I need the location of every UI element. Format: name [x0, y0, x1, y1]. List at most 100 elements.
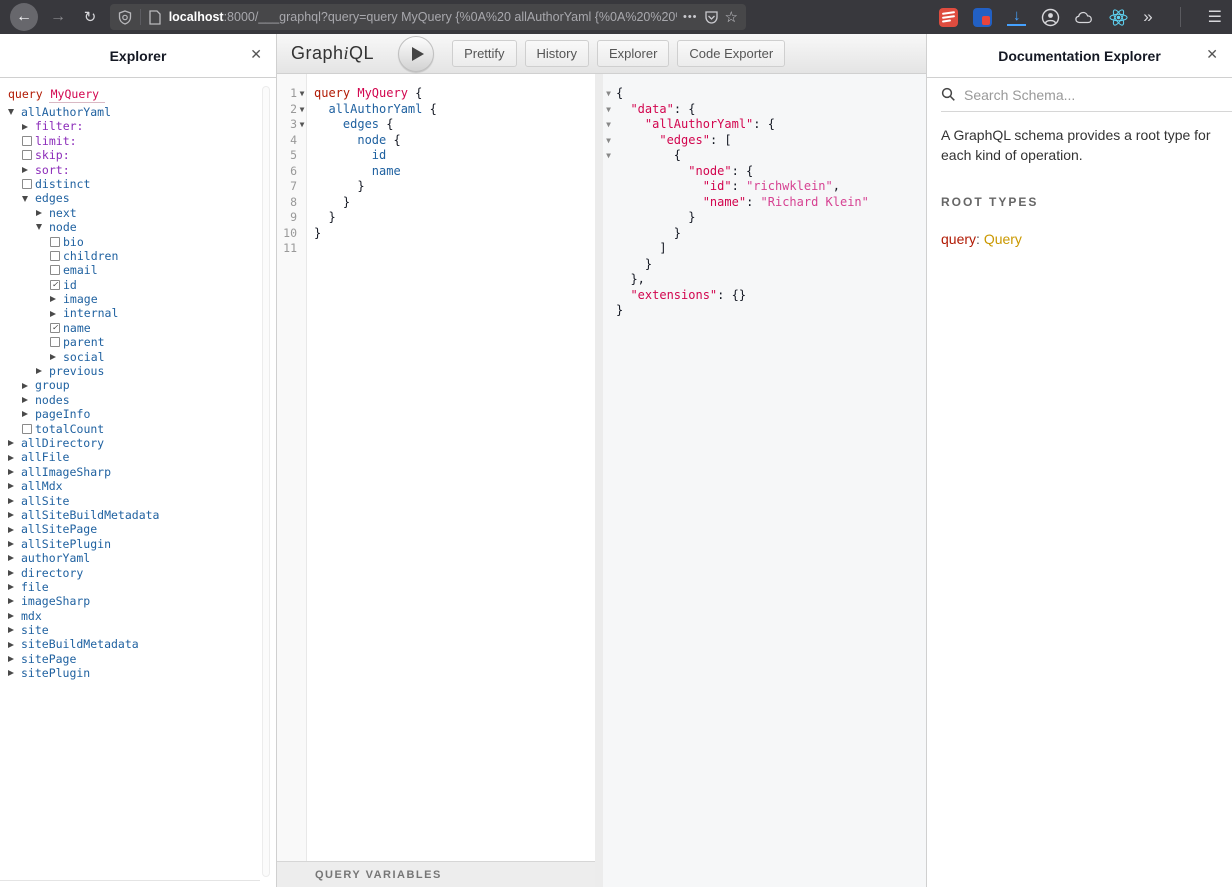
- editor-line[interactable]: 2▼ allAuthorYaml {: [277, 102, 595, 118]
- react-devtools-icon[interactable]: [1109, 8, 1128, 27]
- editor-line[interactable]: 3▼ edges {: [277, 117, 595, 133]
- explorer-tree-item[interactable]: sort:: [8, 163, 256, 177]
- expand-arrow-icon[interactable]: [22, 397, 35, 403]
- expand-arrow-icon[interactable]: [8, 440, 21, 446]
- expand-arrow-icon[interactable]: [50, 296, 63, 302]
- explorer-tree-item[interactable]: site: [8, 623, 256, 637]
- explorer-tree-item[interactable]: allSiteBuildMetadata: [8, 508, 256, 522]
- expand-arrow-icon[interactable]: [8, 469, 21, 475]
- expand-arrow-icon[interactable]: [8, 642, 21, 648]
- explorer-tree-item[interactable]: allMdx: [8, 479, 256, 493]
- toolbar-button-prettify[interactable]: Prettify: [452, 40, 516, 67]
- page-actions-icon[interactable]: •••: [683, 11, 698, 23]
- fold-arrow-icon[interactable]: ▼: [603, 86, 614, 102]
- explorer-tree-item[interactable]: ✓name: [8, 321, 256, 335]
- explorer-tree-item[interactable]: email: [8, 263, 256, 277]
- collapse-arrow-icon[interactable]: [36, 224, 49, 230]
- toolbar-button-history[interactable]: History: [525, 40, 589, 67]
- fold-arrow-icon[interactable]: ▼: [297, 117, 307, 133]
- explorer-tree-item[interactable]: limit:: [8, 134, 256, 148]
- account-icon[interactable]: [1041, 8, 1060, 27]
- fold-arrow-icon[interactable]: ▼: [603, 102, 614, 118]
- root-query-keyword-link[interactable]: query: [941, 231, 976, 247]
- editor-line[interactable]: 4 node {: [277, 133, 595, 149]
- editor-line[interactable]: 10}: [277, 226, 595, 242]
- explorer-scrollbar[interactable]: [262, 86, 270, 877]
- expand-arrow-icon[interactable]: [22, 167, 35, 173]
- forward-button[interactable]: →: [44, 3, 72, 31]
- explorer-tree-item[interactable]: pageInfo: [8, 407, 256, 421]
- execute-button[interactable]: [398, 36, 434, 72]
- expand-arrow-icon[interactable]: [8, 498, 21, 504]
- expand-arrow-icon[interactable]: [36, 210, 49, 216]
- expand-arrow-icon[interactable]: [8, 512, 21, 518]
- editor-line[interactable]: 5 id: [277, 148, 595, 164]
- expand-arrow-icon[interactable]: [36, 368, 49, 374]
- explorer-tree-item[interactable]: sitePage: [8, 652, 256, 666]
- fold-arrow-icon[interactable]: ▼: [603, 117, 614, 133]
- bookmark-star-icon[interactable]: ☆: [725, 8, 738, 26]
- collapse-arrow-icon[interactable]: [22, 196, 35, 202]
- schema-search-box[interactable]: Search Schema...: [941, 78, 1232, 112]
- unchecked-checkbox[interactable]: [50, 237, 63, 247]
- fold-arrow-icon[interactable]: ▼: [297, 102, 307, 118]
- explorer-tree-item[interactable]: imageSharp: [8, 594, 256, 608]
- explorer-tree-item[interactable]: allDirectory: [8, 436, 256, 450]
- todoist-extension-icon[interactable]: [939, 8, 958, 27]
- extensions-overflow-icon[interactable]: »: [1143, 7, 1152, 27]
- toolbar-button-explorer[interactable]: Explorer: [597, 40, 669, 67]
- expand-arrow-icon[interactable]: [8, 455, 21, 461]
- explorer-tree-item[interactable]: allAuthorYaml: [8, 105, 256, 119]
- explorer-tree-item[interactable]: bio: [8, 235, 256, 249]
- checked-checkbox[interactable]: ✓: [50, 280, 63, 290]
- explorer-tree-item[interactable]: children: [8, 249, 256, 263]
- explorer-tree-item[interactable]: allSitePlugin: [8, 537, 256, 551]
- cloud-icon[interactable]: [1075, 8, 1094, 27]
- expand-arrow-icon[interactable]: [8, 483, 21, 489]
- menu-icon[interactable]: ☰: [1208, 7, 1222, 27]
- operation-name-input[interactable]: MyQuery: [49, 87, 105, 103]
- editor-line[interactable]: 7 }: [277, 179, 595, 195]
- doc-explorer-close-icon[interactable]: ✕: [1206, 46, 1218, 63]
- expand-arrow-icon[interactable]: [22, 124, 35, 130]
- reload-button[interactable]: ↻: [76, 3, 104, 31]
- pocket-icon[interactable]: [704, 10, 719, 25]
- explorer-tree-item[interactable]: allImageSharp: [8, 465, 256, 479]
- explorer-tree-item[interactable]: node: [8, 220, 256, 234]
- expand-arrow-icon[interactable]: [8, 670, 21, 676]
- expand-arrow-icon[interactable]: [8, 541, 21, 547]
- explorer-tree-item[interactable]: allSitePage: [8, 522, 256, 536]
- explorer-close-icon[interactable]: ✕: [250, 46, 262, 63]
- explorer-tree-item[interactable]: authorYaml: [8, 551, 256, 565]
- explorer-tree-item[interactable]: next: [8, 206, 256, 220]
- explorer-tree-item[interactable]: social: [8, 350, 256, 364]
- explorer-tree-item[interactable]: file: [8, 580, 256, 594]
- explorer-tree-item[interactable]: siteBuildMetadata: [8, 637, 256, 651]
- explorer-tree-item[interactable]: totalCount: [8, 422, 256, 436]
- explorer-tree-item[interactable]: group: [8, 378, 256, 392]
- url-bar[interactable]: localhost:8000/___graphql?query=query My…: [110, 4, 746, 30]
- expand-arrow-icon[interactable]: [8, 656, 21, 662]
- explorer-tree-item[interactable]: internal: [8, 306, 256, 320]
- expand-arrow-icon[interactable]: [50, 311, 63, 317]
- explorer-tree-item[interactable]: nodes: [8, 393, 256, 407]
- explorer-tree-item[interactable]: previous: [8, 364, 256, 378]
- pane-resizer[interactable]: [595, 74, 603, 887]
- expand-arrow-icon[interactable]: [50, 354, 63, 360]
- unchecked-checkbox[interactable]: [22, 136, 35, 146]
- downloads-icon[interactable]: ↓: [1007, 9, 1026, 26]
- unchecked-checkbox[interactable]: [50, 265, 63, 275]
- password-manager-extension-icon[interactable]: [973, 8, 992, 27]
- unchecked-checkbox[interactable]: [22, 424, 35, 434]
- explorer-tree-item[interactable]: allFile: [8, 450, 256, 464]
- expand-arrow-icon[interactable]: [8, 555, 21, 561]
- query-variables-bar[interactable]: QUERY VARIABLES: [277, 861, 595, 887]
- editor-line[interactable]: 11: [277, 241, 595, 257]
- expand-arrow-icon[interactable]: [8, 598, 21, 604]
- explorer-tree-item[interactable]: ✓id: [8, 278, 256, 292]
- expand-arrow-icon[interactable]: [22, 383, 35, 389]
- expand-arrow-icon[interactable]: [22, 411, 35, 417]
- explorer-tree-item[interactable]: distinct: [8, 177, 256, 191]
- editor-line[interactable]: 6 name: [277, 164, 595, 180]
- query-type-link[interactable]: Query: [984, 231, 1022, 247]
